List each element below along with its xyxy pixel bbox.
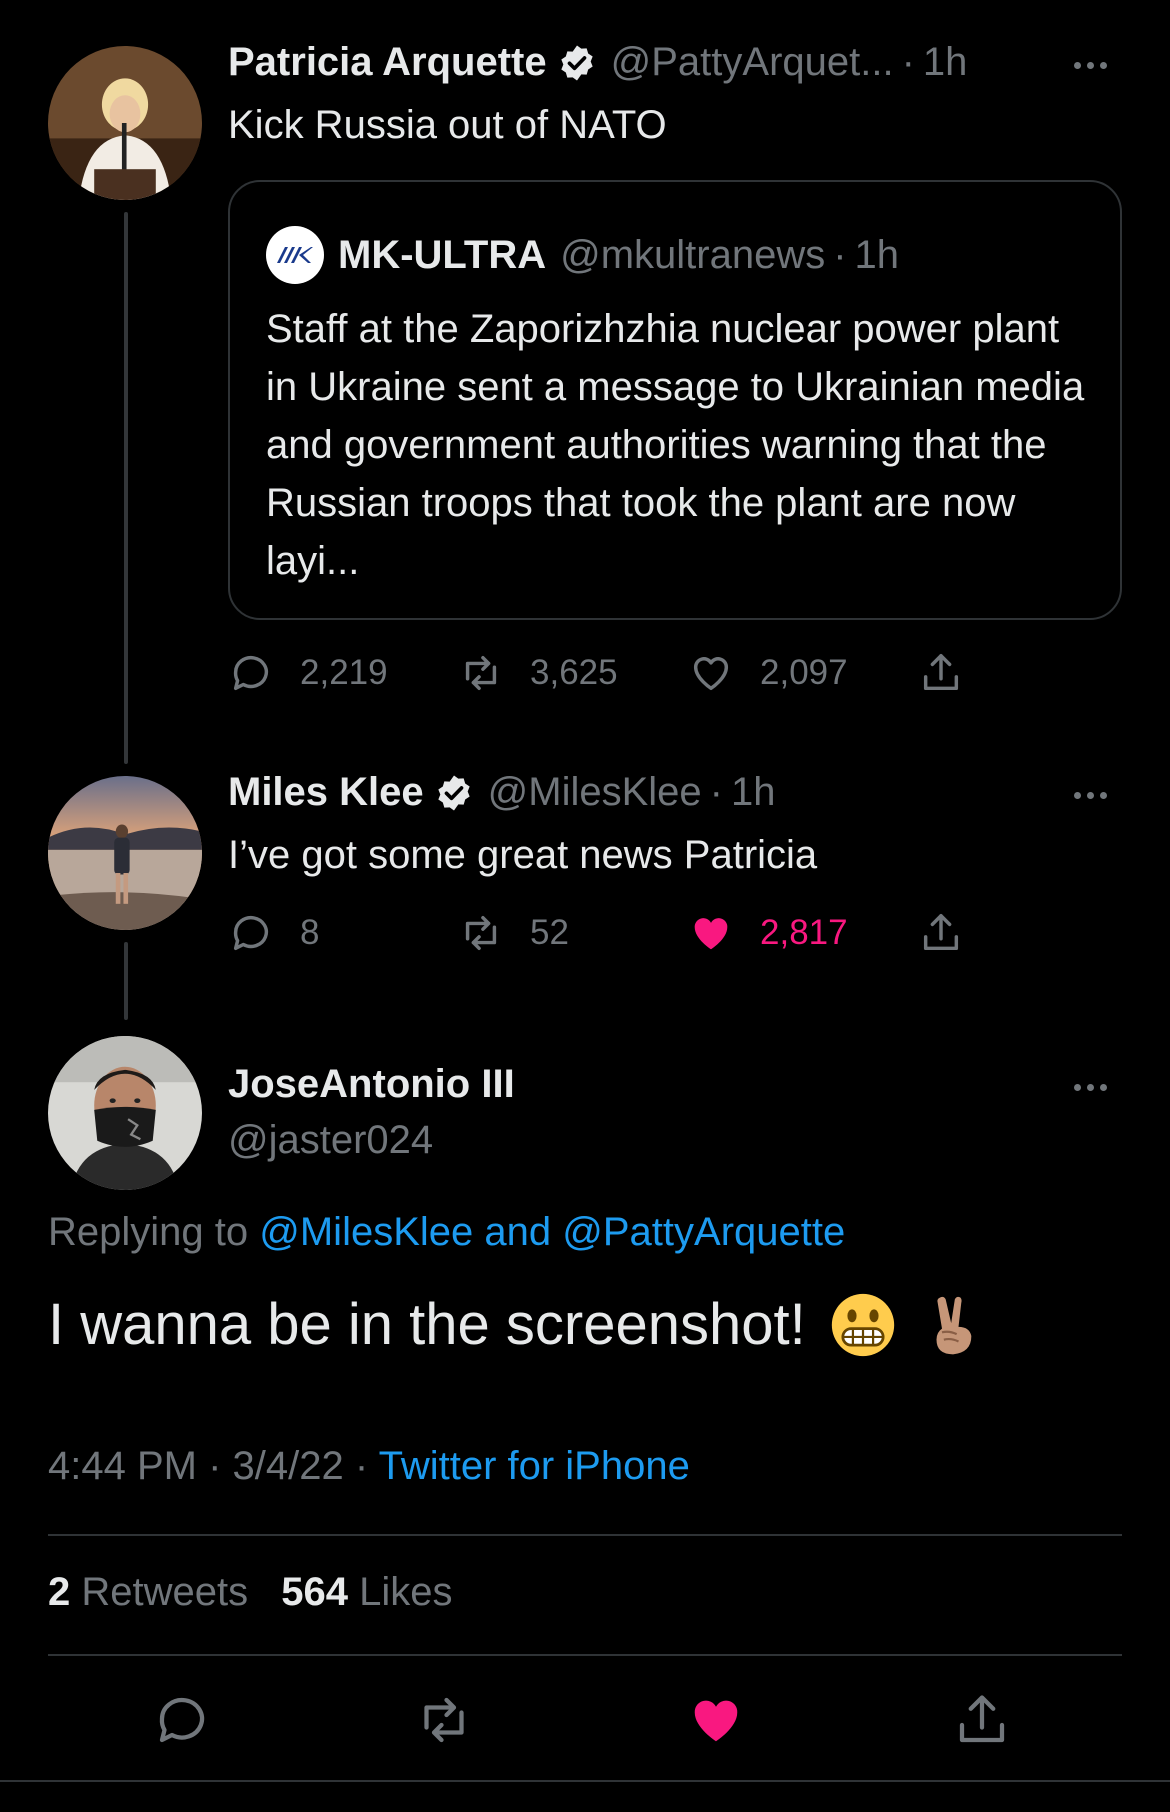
tweet2-author-name[interactable]: Miles Klee — [228, 770, 424, 815]
tweet1-reply-button[interactable]: 2,219 — [228, 650, 388, 696]
retweet-icon — [424, 1697, 464, 1743]
main-author-name[interactable]: JoseAntonio III — [228, 1062, 515, 1107]
avatar-miles[interactable] — [48, 776, 202, 930]
likes-stat[interactable]: 564 Likes — [281, 1570, 452, 1614]
tweet-stats: 2 Retweets 564 Likes — [48, 1570, 453, 1615]
replying-to-prefix: Replying to — [48, 1210, 249, 1254]
main-header: JoseAntonio III — [228, 1062, 515, 1107]
tweet2-like-count: 2,817 — [760, 913, 848, 952]
tweet2-header: Miles Klee @MilesKlee · 1h — [228, 770, 776, 815]
tweet2-retweet-count: 52 — [530, 913, 569, 952]
more-icon — [1074, 1084, 1081, 1091]
tweet2-time[interactable]: 1h — [731, 770, 776, 815]
tweet1-retweet-button[interactable]: 3,625 — [458, 650, 618, 696]
reply-icon — [233, 656, 269, 691]
tweet1-retweet-count: 3,625 — [530, 653, 618, 692]
replying-to-user-mileskleer[interactable]: @MilesKlee — [259, 1210, 473, 1254]
divider-footer — [0, 1780, 1170, 1782]
main-reply-button[interactable] — [152, 1690, 212, 1750]
avatar-joseantonio-image — [48, 1036, 202, 1190]
tweet2-retweet-button[interactable]: 52 — [458, 910, 569, 956]
share-icon — [923, 654, 959, 691]
tweet-meta: 4:44 PM · 3/4/22 · Twitter for iPhone — [48, 1444, 690, 1489]
retweet-icon — [465, 915, 497, 951]
tweet2-author-handle[interactable]: @MilesKlee — [488, 770, 702, 815]
retweets-stat[interactable]: 2 Retweets — [48, 1570, 248, 1614]
tweet1-text: Kick Russia out of NATO — [228, 103, 667, 147]
verified-badge-icon — [560, 45, 593, 80]
replying-to-user-pattyarquette[interactable]: @PattyArquette — [562, 1210, 845, 1254]
main-author-handle[interactable]: @jaster024 — [228, 1118, 433, 1163]
avatar-miles-image — [48, 776, 202, 930]
divider-top — [48, 1534, 1122, 1536]
separator-dot: · — [208, 1444, 233, 1488]
quoted-tweet[interactable]: MK-ULTRA @mkultranews · 1h Staff at the … — [228, 180, 1122, 620]
divider-bottom — [48, 1654, 1122, 1656]
avatar-joseantonio[interactable] — [48, 1036, 202, 1190]
like-filled-icon — [694, 1700, 738, 1742]
share-icon — [959, 1695, 1005, 1743]
tweet2-reply-button[interactable]: 8 — [228, 910, 319, 956]
tweet1-share-button[interactable] — [918, 650, 964, 696]
share-icon — [923, 914, 959, 951]
tweet-source-link[interactable]: Twitter for iPhone — [379, 1444, 690, 1488]
tweet2-text: I’ve got some great news Patricia — [228, 833, 818, 877]
separator-dot: · — [901, 40, 915, 84]
quoted-tweet-text: Staff at the Zaporizhzhia nuclear power … — [266, 307, 1085, 583]
separator-dot: · — [354, 1444, 379, 1488]
more-icon — [1074, 62, 1081, 69]
quoted-time: 1h — [854, 232, 900, 277]
tweet1-reply-count: 2,219 — [300, 653, 388, 692]
tweet2-share-button[interactable] — [918, 910, 964, 956]
separator-dot: · — [709, 770, 723, 814]
replying-to-and: and — [484, 1210, 552, 1254]
tweet2-reply-count: 8 — [300, 913, 320, 952]
reply-icon — [159, 1697, 205, 1743]
like-filled-icon — [694, 918, 728, 950]
more-icon — [1074, 792, 1081, 799]
main-like-button[interactable] — [686, 1690, 746, 1750]
avatar-patricia-image — [48, 46, 202, 200]
quoted-author-handle: @mkultranews — [560, 232, 826, 277]
main-tweet-text-content: I wanna be in the screenshot! — [48, 1292, 806, 1357]
tweet-date: 3/4/22 — [232, 1444, 344, 1488]
tweet1-more-button[interactable] — [1074, 62, 1107, 69]
tweet1-like-count: 2,097 — [760, 653, 848, 692]
victory-hand-emoji-icon — [936, 1296, 972, 1355]
tweet1-like-button[interactable]: 2,097 — [688, 650, 848, 696]
main-more-button[interactable] — [1074, 1084, 1107, 1091]
verified-badge-icon — [437, 775, 470, 810]
mk-ultra-logo-icon — [266, 226, 324, 284]
replying-to: Replying to @MilesKlee and @PattyArquett… — [48, 1210, 845, 1255]
main-handle-row: @jaster024 — [228, 1118, 433, 1163]
tweet1-author-name[interactable]: Patricia Arquette — [228, 40, 547, 85]
retweet-icon — [465, 655, 497, 691]
quoted-author-name: MK-ULTRA — [338, 232, 547, 277]
main-tweet-text: I wanna be in the screenshot! — [48, 1290, 986, 1360]
separator-dot: · — [833, 232, 847, 277]
thread-line-1 — [124, 212, 128, 764]
tweet1-author-handle[interactable]: @PattyArquet... — [611, 40, 894, 85]
tweet-time: 4:44 PM — [48, 1444, 197, 1488]
reply-icon — [233, 916, 269, 951]
tweet1-time[interactable]: 1h — [923, 40, 968, 85]
main-retweet-button[interactable] — [414, 1690, 474, 1750]
tweet1-header: Patricia Arquette @PattyArquet... · 1h — [228, 40, 967, 85]
thread-line-2 — [124, 942, 128, 1020]
avatar-patricia[interactable] — [48, 46, 202, 200]
like-icon — [693, 657, 729, 691]
tweet2-more-button[interactable] — [1074, 792, 1107, 799]
grimacing-emoji-icon — [831, 1293, 894, 1357]
main-share-button[interactable] — [952, 1690, 1012, 1750]
tweet2-like-button[interactable]: 2,817 — [688, 910, 848, 956]
quoted-tweet-header: MK-ULTRA @mkultranews · 1h — [266, 226, 899, 284]
